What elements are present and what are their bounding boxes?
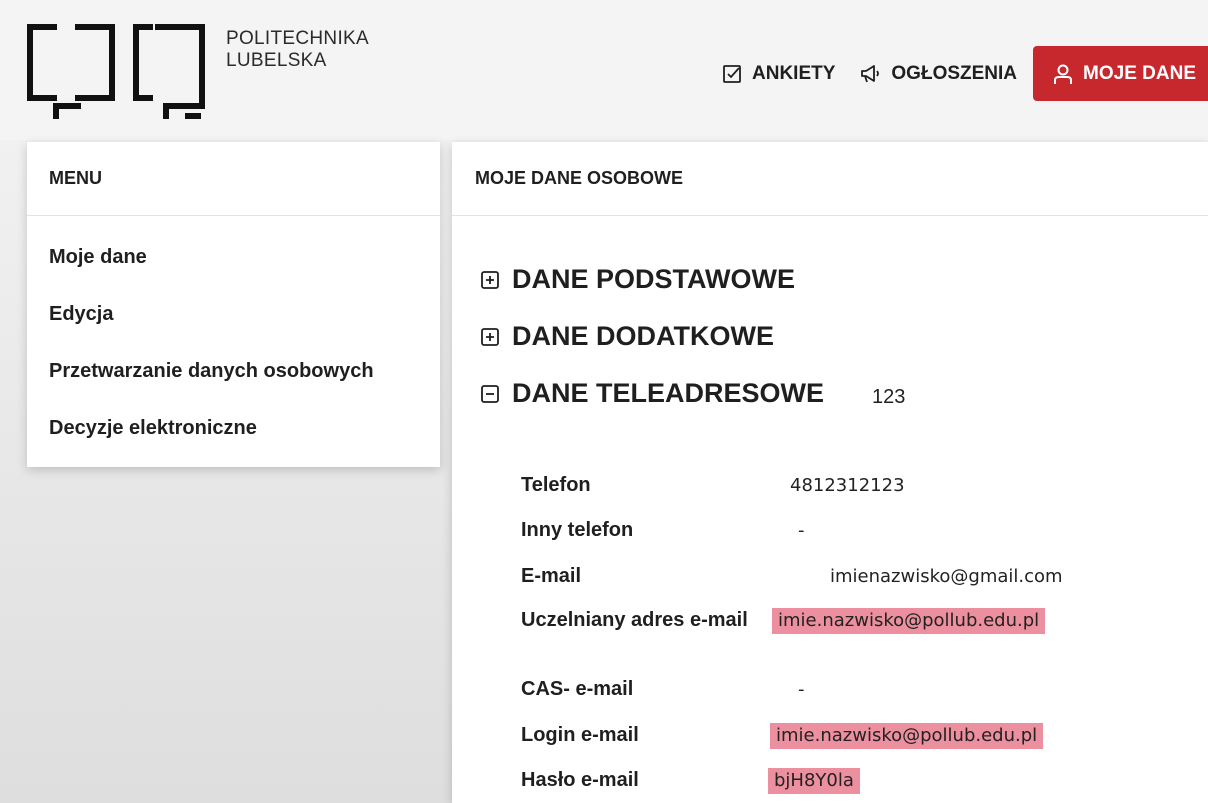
sidebar-list: Moje dane Edycja Przetwarzanie danych os… <box>27 216 440 471</box>
field-value-inny-telefon: - <box>798 520 805 541</box>
section-label: DANE TELEADRESOWE <box>512 378 825 408</box>
section-dane-podstawowe[interactable]: DANE PODSTAWOWE <box>481 264 795 295</box>
collapse-icon <box>481 384 499 403</box>
header: POLITECHNIKA LUBELSKA ANKIETY OGŁOSZENIA <box>0 0 1208 140</box>
section-extra-value: 123 <box>872 386 906 408</box>
user-icon <box>1054 64 1073 84</box>
field-label-cas-email: CAS- e-mail <box>521 678 634 700</box>
nav-ankiety-label: ANKIETY <box>752 62 836 84</box>
university-name: POLITECHNIKA LUBELSKA <box>226 28 369 72</box>
field-value-telefon: 4812312123 <box>790 475 905 496</box>
field-label-inny-telefon: Inny telefon <box>521 519 634 541</box>
section-dane-teleadresowe[interactable]: DANE TELEADRESOWE <box>481 378 824 409</box>
nav-ankiety[interactable]: ANKIETY <box>710 46 847 101</box>
brand-line-1: POLITECHNIKA <box>226 28 369 49</box>
sidebar-item-edycja[interactable]: Edycja <box>27 300 440 357</box>
field-label-login-email: Login e-mail <box>521 724 639 746</box>
field-value-uczelniany-email: imie.nazwisko@pollub.edu.pl <box>772 608 1046 634</box>
sidebar-item-przetwarzanie[interactable]: Przetwarzanie danych osobowych <box>27 357 440 414</box>
field-label-haslo-email: Hasło e-mail <box>521 769 639 791</box>
field-label-telefon: Telefon <box>521 474 591 496</box>
section-label: DANE DODATKOWE <box>512 321 774 351</box>
section-dane-dodatkowe[interactable]: DANE DODATKOWE <box>481 321 774 352</box>
page-title: MOJE DANE OSOBOWE <box>452 142 1208 216</box>
field-label-email: E-mail <box>521 565 582 587</box>
expand-icon <box>481 327 499 346</box>
nav-moje-dane[interactable]: MOJE DANE <box>1033 46 1208 101</box>
sidebar-menu: MENU Moje dane Edycja Przetwarzanie dany… <box>27 142 440 467</box>
nav-ogloszenia-label: OGŁOSZENIA <box>891 62 1018 84</box>
university-logo[interactable] <box>26 24 208 122</box>
checkbox-icon <box>723 64 741 83</box>
field-label-uczelniany-email: Uczelniany adres e-mail <box>521 609 748 631</box>
sidebar-title: MENU <box>27 142 440 216</box>
top-nav: ANKIETY OGŁOSZENIA MOJE DANE <box>710 46 1208 101</box>
expand-icon <box>481 270 499 289</box>
field-value-haslo-email: bjH8Y0la <box>768 768 860 794</box>
field-value-login-email: imie.nazwisko@pollub.edu.pl <box>770 723 1044 749</box>
megaphone-icon <box>861 64 880 82</box>
brand-line-2: LUBELSKA <box>226 50 327 71</box>
sidebar-item-decyzje[interactable]: Decyzje elektroniczne <box>27 414 440 471</box>
section-label: DANE PODSTAWOWE <box>512 264 795 294</box>
nav-ogloszenia[interactable]: OGŁOSZENIA <box>847 46 1029 101</box>
sidebar-item-moje-dane[interactable]: Moje dane <box>27 243 440 300</box>
main-panel: MOJE DANE OSOBOWE DANE PODSTAWOWE DANE D… <box>452 142 1208 803</box>
field-value-cas-email: - <box>798 679 805 700</box>
nav-moje-dane-label: MOJE DANE <box>1083 62 1196 84</box>
field-value-email: imienazwisko@gmail.com <box>830 566 1063 587</box>
